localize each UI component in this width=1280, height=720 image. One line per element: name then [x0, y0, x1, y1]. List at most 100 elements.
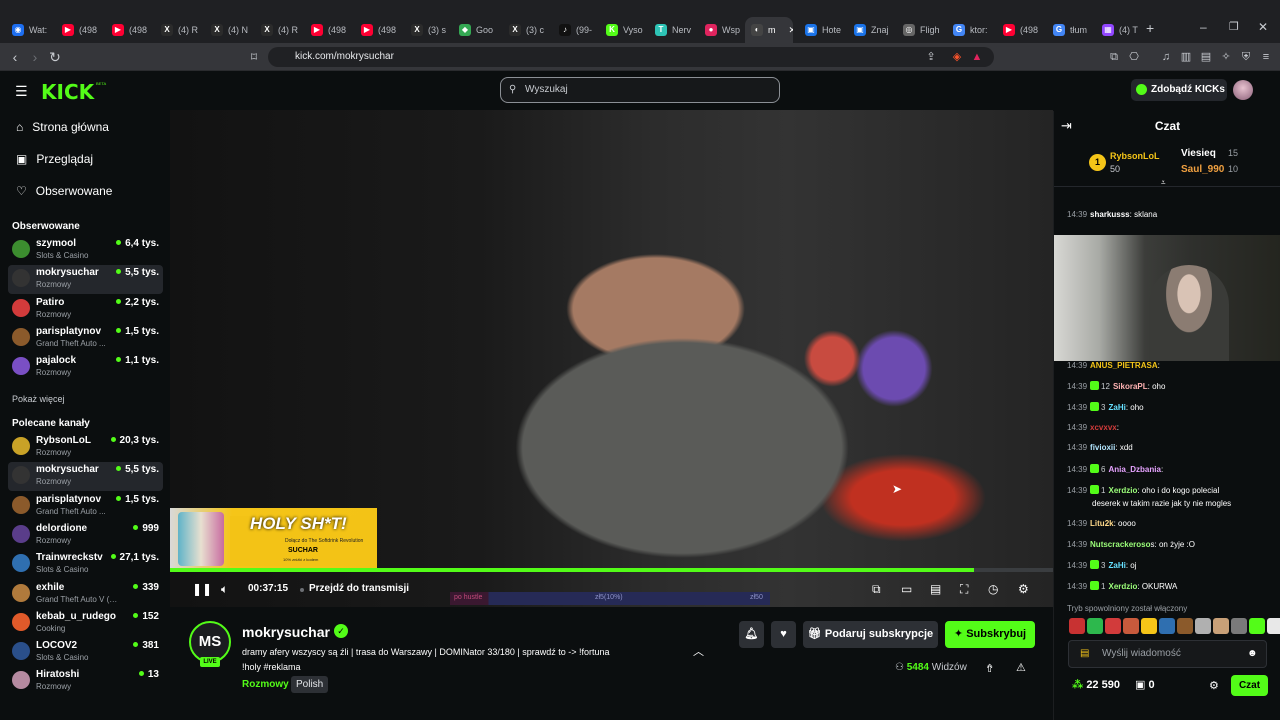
sidebar-channel[interactable]: LOCOV2 Slots & Casino 381 [8, 638, 163, 667]
sidebar-channel[interactable]: delordione Rozmowy 999 [8, 521, 163, 550]
browser-tab[interactable]: T Nerv [649, 17, 695, 43]
browser-tab[interactable]: K Vyso [600, 17, 646, 43]
browser-tab[interactable]: ▶ (498 [106, 17, 152, 43]
emote-icon[interactable] [1213, 618, 1229, 634]
sidebar-channel[interactable]: Hiratoshi Rozmowy 13 [8, 667, 163, 696]
playback-speed-icon[interactable]: ◷ [988, 582, 998, 596]
rewards-icon[interactable]: ▲ [970, 50, 984, 64]
sidebar-channel[interactable]: parisplatynov Grand Theft Auto ... 1,5 tys… [8, 324, 163, 353]
emote-icon[interactable] [1231, 618, 1247, 634]
user-avatar[interactable] [1233, 80, 1253, 100]
jump-to-live-button[interactable]: Przejdź do transmisji [302, 583, 409, 594]
sidebar-channel[interactable]: kebab_u_rudego Cooking 152 [8, 609, 163, 638]
leo-icon[interactable]: ✧ [1219, 50, 1233, 64]
fullscreen-icon[interactable]: ⛶ [960, 582, 968, 596]
emote-icon[interactable] [1087, 618, 1103, 634]
mini-player-icon[interactable]: ⧉ [872, 582, 881, 596]
chat-settings-icon[interactable]: ⚙ [1209, 679, 1219, 692]
language-tag[interactable]: Polish [291, 676, 329, 693]
sidebar-channel[interactable]: RybsonLoL Rozmowy 20,3 tys. [8, 433, 163, 462]
category-link[interactable]: Rozmowy [242, 679, 289, 690]
restore-icon[interactable]: ❐ [1229, 20, 1239, 33]
url-field[interactable]: kick.com/mokrysuchar [268, 47, 994, 67]
forward-icon[interactable]: › [26, 48, 44, 66]
browser-tab[interactable]: ◎ Fligh [897, 17, 943, 43]
browser-tab[interactable]: ▶ (498 [997, 17, 1043, 43]
emote-icon[interactable] [1249, 618, 1265, 634]
sidebar-channel[interactable]: szymool Slots & Casino 6,4 tys. [8, 236, 163, 265]
theater-mode-icon[interactable]: ▤ [930, 582, 941, 596]
sidebar-channel[interactable]: mokrysuchar Rozmowy 5,5 tys. [8, 462, 163, 492]
emote-icon[interactable] [1141, 618, 1157, 634]
nav-following[interactable]: ♡ Obserwowane [16, 184, 112, 198]
second-gifter-name[interactable]: Viesieq [1181, 148, 1216, 159]
pause-icon[interactable]: ❚❚ [192, 582, 212, 596]
emote-icon[interactable] [1195, 618, 1211, 634]
notifications-button[interactable]: 🔔︎ [739, 621, 764, 648]
sidebar-channel[interactable]: parisplatynov Grand Theft Auto ... 1,5 tys… [8, 492, 163, 521]
webcam-popup[interactable] [1054, 235, 1280, 361]
collapse-chevron-icon[interactable]: ︿ [693, 643, 704, 659]
reload-icon[interactable]: ↻ [46, 48, 64, 66]
browser-tab[interactable]: ▣ Znaj [848, 17, 894, 43]
browser-tab[interactable]: ▣ Hote [799, 17, 845, 43]
close-tab-icon[interactable]: ✕ [789, 25, 794, 36]
subscribe-button[interactable]: ✦ Subskrybuj [945, 621, 1035, 648]
sidebar-channel[interactable]: Patiro Rozmowy 2,2 tys. [8, 295, 163, 324]
wallet-icon[interactable]: ▤ [1199, 50, 1213, 64]
browser-tab[interactable]: X (4) R [155, 17, 201, 43]
emote-icon[interactable] [1267, 618, 1280, 634]
emote-icon[interactable] [1159, 618, 1175, 634]
channel-points[interactable]: ⁂ 22 590 [1072, 678, 1120, 691]
expand-chevron-icon[interactable]: ⩡ [1161, 178, 1166, 188]
browser-tab[interactable]: ◉ Wat: [6, 17, 52, 43]
emote-icon[interactable] [1069, 618, 1085, 634]
browser-tab[interactable]: ▦ (4) T [1096, 17, 1142, 43]
video-player[interactable]: HOLY SH*T! Dołącz do The Softdrink Revol… [170, 110, 1053, 607]
share-icon[interactable]: ⇮ [985, 662, 994, 675]
emote-icon[interactable] [1105, 618, 1121, 634]
emote-icon[interactable] [1177, 618, 1193, 634]
hamburger-icon[interactable]: ☰ [15, 83, 28, 100]
settings-icon[interactable]: ⚙ [1018, 582, 1029, 596]
nav-browse[interactable]: ▣ Przeglądaj [16, 152, 93, 166]
extensions-icon[interactable]: ⧉ [1107, 50, 1121, 64]
send-chat-button[interactable]: Czat [1231, 675, 1268, 696]
search-input[interactable]: Wyszukaj [500, 77, 780, 103]
browser-tab[interactable]: X (3) s [405, 17, 451, 43]
browser-tab[interactable]: ▶ (498 [305, 17, 351, 43]
browser-tab[interactable]: ◐ m ✕ [745, 17, 793, 43]
vpn-icon[interactable]: ⛨ [1239, 50, 1253, 64]
browser-tab[interactable]: Gtłum [1047, 17, 1093, 43]
new-tab-icon[interactable]: + [1146, 20, 1154, 36]
sidebar-channel[interactable]: exhile Grand Theft Auto V (G... 339 [8, 580, 163, 609]
sidebar-toggle-icon[interactable]: ▥ [1179, 50, 1193, 64]
browser-tab[interactable]: ● Wsp [699, 17, 745, 43]
emoji-icon[interactable]: ☻ [1247, 648, 1258, 659]
kick-logo[interactable]: KICK [41, 80, 94, 104]
menu-icon[interactable]: ≡ [1259, 50, 1273, 64]
browser-tab[interactable]: X (3) c [503, 17, 549, 43]
sidebar-channel[interactable]: mokrysuchar Rozmowy 5,5 tys. [8, 265, 163, 295]
browser-tab[interactable]: ♪ (99- [553, 17, 599, 43]
browser-tab[interactable]: ▶ (498 [56, 17, 102, 43]
emote-icon[interactable] [1123, 618, 1139, 634]
minimize-icon[interactable]: – [1200, 20, 1207, 34]
brave-shield-icon[interactable]: ◈ [950, 50, 964, 64]
browser-tab[interactable]: ◆ Goo [453, 17, 499, 43]
sidebar-channel[interactable]: pajalock Rozmowy 1,1 tys. [8, 353, 163, 382]
clip-icon[interactable]: ▭ [901, 582, 912, 596]
report-icon[interactable]: ⚠ [1016, 661, 1026, 674]
volume-icon[interactable]: 🔈︎ [221, 582, 228, 596]
media-icon[interactable]: ♫ [1159, 50, 1173, 64]
show-more-link[interactable]: Pokaż więcej [12, 394, 65, 404]
follow-button[interactable]: ♥ [771, 621, 796, 648]
share-icon[interactable]: ⇪ [924, 50, 938, 64]
gift-sub-button[interactable]: 🎁︎ Podaruj subskrypcje [803, 621, 938, 648]
screenshot-icon[interactable]: ⎔ [1127, 50, 1141, 64]
third-gifter-name[interactable]: Saul_990 [1181, 164, 1224, 175]
sidebar-channel[interactable]: Trainwreckstv Slots & Casino 27,1 tys. [8, 550, 163, 579]
browser-tab[interactable]: X (4) R [255, 17, 301, 43]
browser-tab[interactable]: X (4) N [205, 17, 251, 43]
top-gifter-name[interactable]: RybsonLoL [1110, 151, 1160, 161]
